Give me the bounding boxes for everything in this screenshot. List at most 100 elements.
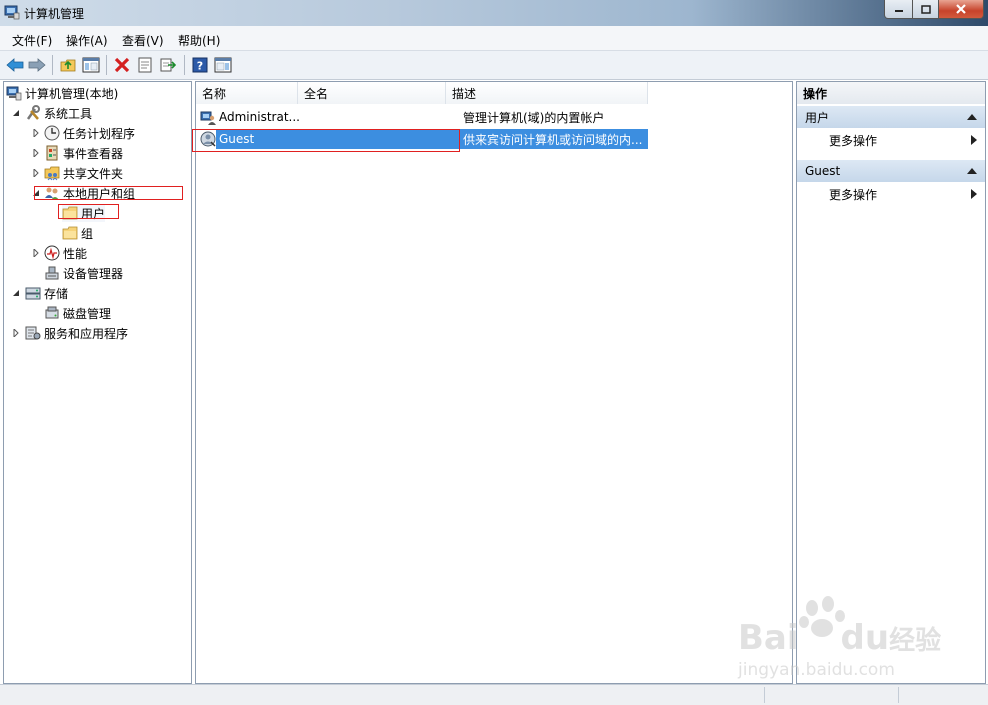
tree-label: 性能 (63, 246, 88, 261)
delete-button[interactable] (113, 56, 131, 74)
minimize-icon (894, 10, 903, 12)
submenu-arrow-icon (971, 189, 977, 199)
cell-name: Administrat... (219, 110, 300, 124)
services-icon (25, 326, 41, 340)
tree-node-shared-folders[interactable]: 共享文件夹 (44, 164, 123, 182)
cell-description: 管理计算机(域)的内置帐户 (463, 110, 605, 125)
tree-node-local-users-groups[interactable]: 本地用户和组 (44, 184, 135, 202)
forward-arrow-icon (28, 58, 46, 72)
expand-toggle[interactable] (32, 129, 40, 137)
collapse-toggle[interactable] (12, 109, 20, 117)
forward-button[interactable] (28, 56, 46, 74)
toolbar-separator (106, 55, 107, 75)
minimize-button[interactable] (884, 0, 913, 19)
tree-label: 事件查看器 (63, 146, 124, 161)
console-tree: 计算机管理(本地) 系统工具 任务计划程序 事件查看器 共享文件夹 本地用户和组 (3, 81, 192, 684)
action-more-users[interactable]: 更多操作 (797, 130, 985, 150)
action-label: 更多操作 (829, 133, 878, 148)
cell-name: Guest (219, 132, 255, 146)
expand-toggle[interactable] (32, 249, 40, 257)
tree-node-task-scheduler[interactable]: 任务计划程序 (44, 124, 135, 142)
menu-action[interactable]: 操作(A) (66, 32, 108, 49)
svg-text:?: ? (197, 60, 203, 73)
close-button[interactable] (939, 0, 984, 19)
list-item-guest[interactable]: Guest 供来宾访问计算机或访问域的内... (200, 129, 648, 149)
show-hide-tree-button[interactable] (82, 56, 100, 74)
collapse-toggle[interactable] (32, 189, 40, 197)
menu-view[interactable]: 查看(V) (122, 32, 164, 49)
watermark-brand3: 经验 (889, 626, 942, 656)
tree-node-performance[interactable]: 性能 (44, 244, 87, 262)
export-list-button[interactable] (159, 56, 177, 74)
tree-node-services-apps[interactable]: 服务和应用程序 (25, 324, 128, 342)
tree-node-storage[interactable]: 存储 (25, 284, 68, 302)
disk-management-icon (45, 306, 59, 319)
action-group-users[interactable]: 用户 (797, 106, 985, 128)
expanded-triangle-icon (13, 110, 19, 116)
column-header-fullname[interactable]: 全名 (298, 82, 446, 104)
tree-node-system-tools[interactable]: 系统工具 (25, 104, 92, 122)
device-manager-icon (45, 266, 59, 280)
tree-label: 组 (81, 226, 94, 241)
list-item-administrator[interactable]: Administrat... 管理计算机(域)的内置帐户 (200, 107, 648, 127)
maximize-icon (920, 4, 931, 14)
result-list: 名称 全名 描述 Administrat... 管理计算机(域)的内置帐户 Gu… (195, 81, 793, 684)
computer-management-icon (6, 86, 22, 101)
console-tree-icon (82, 57, 100, 73)
status-bar (0, 684, 988, 705)
maximize-button[interactable] (913, 0, 939, 19)
collapsed-triangle-icon (33, 149, 39, 157)
tree-label: 计算机管理(本地) (25, 86, 119, 101)
expand-toggle[interactable] (32, 149, 40, 157)
properties-button[interactable] (136, 56, 154, 74)
menu-bar: 文件(F) 操作(A) 查看(V) 帮助(H) (0, 26, 988, 51)
close-icon (956, 4, 966, 14)
users-group-icon (45, 187, 59, 200)
actions-header: 操作 (797, 82, 985, 104)
tree-node-computer-management[interactable]: 计算机管理(本地) (6, 84, 118, 102)
baidu-watermark: Bai du经验 jingyan.baidu.com (738, 596, 941, 686)
status-divider (764, 687, 765, 703)
action-more-guest[interactable]: 更多操作 (797, 184, 985, 204)
tree-label: 用户 (81, 206, 106, 221)
export-icon (160, 58, 176, 72)
column-header-description[interactable]: 描述 (446, 82, 648, 104)
expand-toggle[interactable] (32, 169, 40, 177)
tree-node-device-manager[interactable]: 设备管理器 (44, 264, 123, 282)
action-group-guest[interactable]: Guest (797, 160, 985, 182)
help-icon: ? (192, 57, 208, 73)
tree-label: 系统工具 (44, 106, 93, 121)
collapse-toggle[interactable] (12, 289, 20, 297)
action-pane-icon (214, 57, 232, 73)
tree-node-event-viewer[interactable]: 事件查看器 (44, 144, 123, 162)
properties-icon (138, 57, 152, 73)
action-group-label: 用户 (805, 110, 830, 125)
cell-description: 供来宾访问计算机或访问域的内... (463, 132, 643, 147)
up-level-button[interactable] (59, 56, 77, 74)
tree-node-disk-management[interactable]: 磁盘管理 (44, 304, 111, 322)
tree-label: 任务计划程序 (63, 126, 136, 141)
shared-folder-icon (44, 166, 60, 181)
back-button[interactable] (6, 56, 24, 74)
menu-file[interactable]: 文件(F) (12, 32, 52, 49)
collapsed-triangle-icon (33, 169, 39, 177)
show-hide-action-pane-button[interactable] (214, 56, 232, 74)
column-header-name[interactable]: 名称 (196, 82, 298, 104)
menu-help[interactable]: 帮助(H) (178, 32, 220, 49)
help-button[interactable]: ? (191, 56, 209, 74)
expand-toggle[interactable] (12, 329, 20, 337)
tree-node-groups[interactable]: 组 (62, 224, 93, 242)
tools-icon (26, 105, 40, 120)
clock-icon (44, 125, 60, 141)
window-title: 计算机管理 (24, 7, 85, 21)
action-label: 更多操作 (829, 187, 878, 202)
tree-node-users[interactable]: 用户 (62, 204, 106, 222)
event-viewer-icon (46, 145, 58, 161)
actions-pane: 操作 用户 更多操作 Guest 更多操作 (796, 81, 986, 684)
performance-icon (44, 245, 60, 261)
watermark-brand2: du (840, 618, 890, 658)
watermark-brand: Bai (738, 618, 799, 658)
title-bar: 计算机管理 (0, 0, 988, 26)
delete-x-icon (114, 57, 130, 73)
collapse-up-icon (967, 168, 977, 174)
